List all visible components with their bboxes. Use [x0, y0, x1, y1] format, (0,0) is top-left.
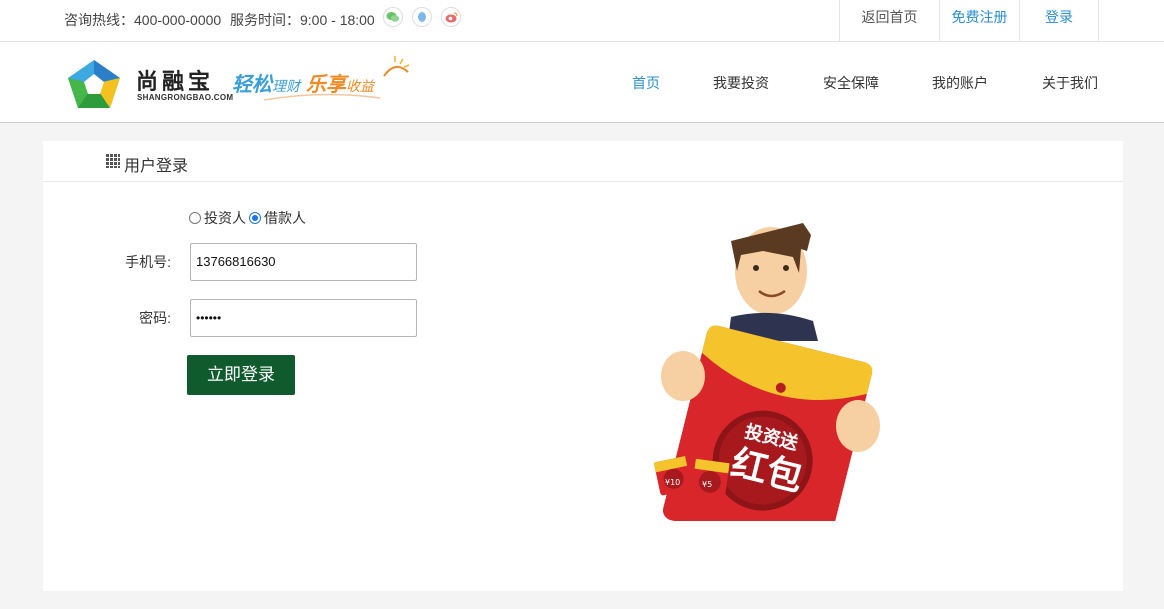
top-bar: 咨询热线：400-000-0000 服务时间：9:00 - 18:00 返回首页… [0, 0, 1164, 42]
hotline-text: 咨询热线：400-000-0000 [64, 12, 222, 28]
sun-icon [383, 56, 410, 77]
weibo-icon[interactable] [441, 7, 461, 27]
phone-label: 手机号: [125, 254, 171, 270]
role-selector: 投资人 借款人 [189, 208, 309, 228]
qq-icon[interactable] [412, 7, 432, 27]
nav-invest[interactable]: 我要投资 [713, 73, 769, 93]
register-link[interactable]: 免费注册 [939, 0, 1019, 41]
phone-input[interactable]: 13766816630 [190, 243, 417, 281]
top-links: 返回首页 免费注册 登录 [839, 0, 1099, 41]
password-label: 密码: [139, 310, 171, 326]
brand-name: 尚融宝 [136, 69, 215, 95]
service-hours-text: 服务时间：9:00 - 18:00 [230, 12, 375, 28]
nav-security[interactable]: 安全保障 [823, 73, 879, 93]
radio-borrower[interactable] [249, 212, 261, 224]
password-input[interactable]: •••••• [190, 299, 417, 337]
nav-about-us[interactable]: 关于我们 [1042, 73, 1098, 93]
nav-my-account[interactable]: 我的账户 [932, 73, 988, 93]
login-panel: 用户登录 投资人 借款人 手机号: 13766816630 密码: ••••••… [43, 141, 1123, 591]
panel-header: 用户登录 [43, 141, 1123, 182]
wechat-icon[interactable] [383, 7, 403, 27]
radio-investor[interactable] [189, 212, 201, 224]
slogan-swoosh [263, 93, 381, 101]
logo-icon[interactable] [66, 58, 122, 110]
site-header: 尚融宝 SHANGRONGBAO.COM 轻松理财 乐享收益 首页 我要投资 安全… [0, 42, 1164, 123]
coupon-10: ¥10 [665, 478, 680, 487]
radio-investor-label[interactable]: 投资人 [204, 208, 246, 228]
panel-title: 用户登录 [124, 158, 189, 175]
back-home-link[interactable]: 返回首页 [839, 0, 939, 41]
radio-borrower-label[interactable]: 借款人 [264, 208, 306, 228]
nav-home[interactable]: 首页 [632, 73, 660, 93]
login-link[interactable]: 登录 [1019, 0, 1099, 41]
coupon-5: ¥5 [702, 480, 712, 489]
login-submit-button[interactable]: 立即登录 [187, 355, 295, 395]
grid-icon [106, 154, 120, 168]
red-envelope-illustration: 投资送 红包 ¥10 ¥5 [653, 223, 880, 521]
brand-domain: SHANGRONGBAO.COM [137, 93, 234, 102]
